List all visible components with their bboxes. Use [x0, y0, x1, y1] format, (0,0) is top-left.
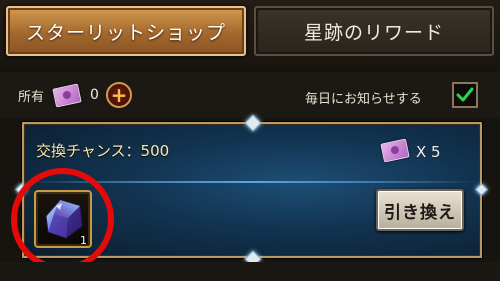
plus-icon: +: [110, 83, 128, 107]
daily-notify-label: 毎日にお知らせする: [305, 92, 422, 107]
daily-notify-checkbox[interactable]: [452, 82, 478, 108]
tab-starlit-shop[interactable]: スターリットショップ: [6, 6, 246, 56]
exchange-button[interactable]: 引き換え: [376, 189, 464, 231]
exchange-cost: X 5: [416, 143, 441, 161]
reward-item-quantity: 1: [80, 234, 87, 247]
exchange-chances-label: 交換チャンス：500: [36, 142, 170, 160]
checkmark-icon: [456, 87, 474, 102]
panel-divider: [26, 181, 478, 183]
ownership-count: 0: [90, 87, 99, 103]
bottom-strip: [0, 262, 500, 281]
tab-starlit-rewards[interactable]: 星跡のリワード: [254, 6, 494, 56]
ownership-label: 所有: [18, 90, 45, 105]
add-currency-button[interactable]: +: [106, 82, 132, 108]
